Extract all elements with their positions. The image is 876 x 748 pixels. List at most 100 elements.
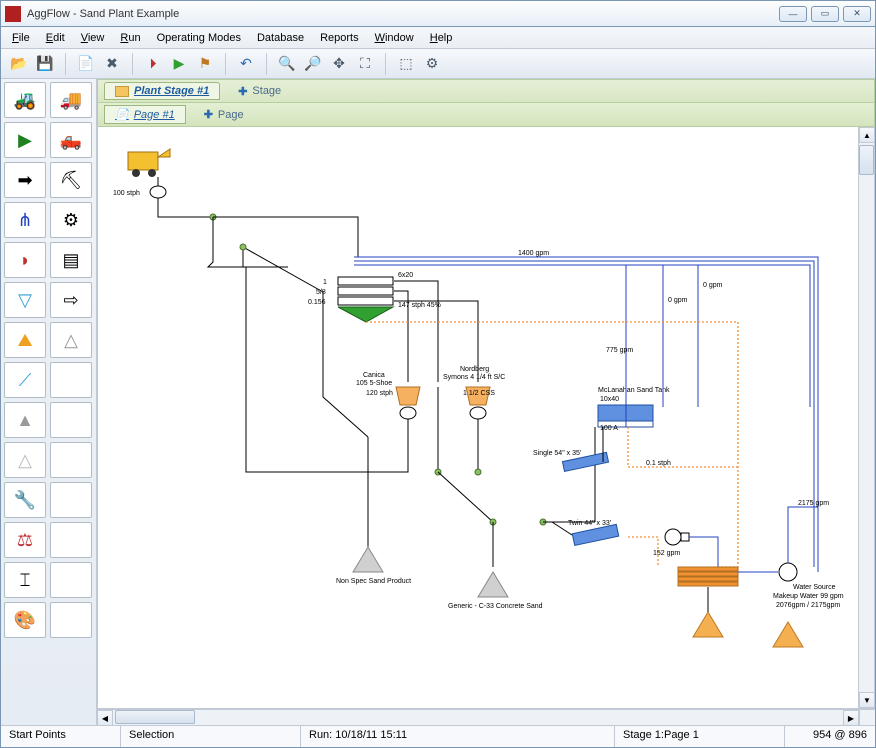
tool-loader-icon[interactable]: 🚜: [4, 82, 46, 118]
svg-text:McLanahan Sand Tank: McLanahan Sand Tank: [598, 387, 670, 394]
menu-run[interactable]: Run: [113, 30, 147, 46]
tool-blank-icon[interactable]: [50, 362, 92, 398]
tool-splitter-icon[interactable]: ⋔: [4, 202, 46, 238]
screw-twin[interactable]: [572, 524, 619, 545]
tool-truck-icon[interactable]: 🚚: [50, 82, 92, 118]
nonspec-pile[interactable]: [353, 547, 383, 572]
tool-conveyor-icon[interactable]: ➡: [4, 162, 46, 198]
svg-text:105 5-Shoe: 105 5-Shoe: [356, 380, 392, 387]
plus-icon: ✚: [204, 108, 213, 121]
titlebar: AggFlow - Sand Plant Example — ▭ ✕: [1, 1, 875, 27]
save-icon[interactable]: 💾: [33, 52, 57, 76]
menu-file[interactable]: File: [5, 30, 37, 46]
tool-stockpile-icon[interactable]: △: [50, 322, 92, 358]
vertical-scrollbar[interactable]: ▲ ▼: [858, 127, 874, 708]
svg-text:147 stph 45%: 147 stph 45%: [398, 302, 441, 309]
run-flag-icon[interactable]: ⚑: [193, 52, 217, 76]
tool-screw-icon[interactable]: ⟋: [4, 362, 46, 398]
minimize-button[interactable]: —: [779, 6, 807, 22]
scroll-up-icon[interactable]: ▲: [859, 127, 875, 143]
menu-edit[interactable]: Edit: [39, 30, 72, 46]
feed-rate-label: 100 stph: [113, 190, 140, 197]
flowsheet-svg: 100 stph: [98, 127, 858, 687]
run-play-icon[interactable]: ▶: [167, 52, 191, 76]
add-stage-button[interactable]: ✚ Stage: [228, 83, 291, 100]
tool-washplant-icon[interactable]: ⛰: [4, 322, 46, 358]
svg-text:1 1/2 CSS: 1 1/2 CSS: [463, 390, 495, 397]
add-page-button[interactable]: ✚ Page: [194, 106, 254, 123]
tool-roll-icon[interactable]: ◗: [4, 242, 46, 278]
water-source-pump[interactable]: [779, 563, 797, 581]
water-pile[interactable]: [773, 622, 803, 647]
status-selection: Selection: [121, 726, 301, 747]
scroll-left-icon[interactable]: ◀: [97, 710, 113, 726]
tool-blank4-icon[interactable]: [50, 482, 92, 518]
concrete-pile[interactable]: [478, 572, 508, 597]
select-icon[interactable]: ⬚: [394, 52, 418, 76]
pan-icon[interactable]: ✥: [327, 52, 351, 76]
tool-pole-icon[interactable]: ⌶: [4, 562, 46, 598]
thickener-pile[interactable]: [693, 612, 723, 637]
page-tabstrip: 📄 Page #1 ✚ Page: [97, 103, 875, 127]
svg-text:1: 1: [323, 279, 327, 286]
tab-stage-label: Plant Stage #1: [134, 85, 209, 97]
status-stagepage: Stage 1:Page 1: [615, 726, 785, 747]
svg-text:152 gpm: 152 gpm: [653, 550, 680, 557]
svg-text:1400 gpm: 1400 gpm: [518, 250, 549, 257]
thickener-equipment[interactable]: [678, 567, 738, 586]
tool-blank6-icon[interactable]: [50, 562, 92, 598]
scroll-right-icon[interactable]: ▶: [843, 710, 859, 726]
fit-icon[interactable]: ⛶: [353, 52, 377, 76]
menu-opmodes[interactable]: Operating Modes: [150, 30, 248, 46]
window-title: AggFlow - Sand Plant Example: [27, 8, 779, 20]
tool-feeder-icon[interactable]: ▶: [4, 122, 46, 158]
tool-dumptruck-icon[interactable]: 🛻: [50, 122, 92, 158]
svg-text:Nordberg: Nordberg: [460, 366, 489, 373]
status-coords: 954 @ 896: [785, 726, 875, 747]
horizontal-scrollbar[interactable]: ◀ ▶: [97, 709, 875, 725]
screen-equipment[interactable]: [338, 277, 393, 322]
new-page-icon[interactable]: 📄: [74, 52, 98, 76]
flowsheet-canvas[interactable]: 100 stph: [98, 127, 858, 708]
tool-arrow-icon[interactable]: ⇨: [50, 282, 92, 318]
undo-icon[interactable]: ↶: [234, 52, 258, 76]
menubar: File Edit View Run Operating Modes Datab…: [1, 27, 875, 49]
tool-blank7-icon[interactable]: [50, 602, 92, 638]
tool-excavator-icon[interactable]: ⛏: [50, 162, 92, 198]
run-record-icon[interactable]: ⏵: [141, 52, 165, 76]
tool-classifier-icon[interactable]: ▽: [4, 282, 46, 318]
settings-icon[interactable]: ⚙: [420, 52, 444, 76]
canica-crusher[interactable]: [396, 387, 420, 419]
app-icon: [5, 6, 21, 22]
pump-equipment[interactable]: [665, 529, 689, 545]
stage-tabstrip: Plant Stage #1 ✚ Stage: [97, 79, 875, 103]
tool-valve-icon[interactable]: 🔧: [4, 482, 46, 518]
tool-scale-icon[interactable]: ⚖: [4, 522, 46, 558]
tool-crusher-icon[interactable]: ⚙: [50, 202, 92, 238]
svg-text:Water Source: Water Source: [793, 584, 836, 591]
zoom-in-icon[interactable]: 🔍: [275, 52, 299, 76]
tool-screen-icon[interactable]: ▤: [50, 242, 92, 278]
tool-paint-icon[interactable]: 🎨: [4, 602, 46, 638]
tab-stage-1[interactable]: Plant Stage #1: [104, 82, 220, 100]
loader-equipment[interactable]: [128, 149, 170, 177]
tool-pile2-icon[interactable]: ▲: [4, 402, 46, 438]
maximize-button[interactable]: ▭: [811, 6, 839, 22]
delete-icon[interactable]: ✖: [100, 52, 124, 76]
menu-help[interactable]: Help: [423, 30, 460, 46]
close-button[interactable]: ✕: [843, 6, 871, 22]
tool-blank3-icon[interactable]: [50, 442, 92, 478]
tool-blank5-icon[interactable]: [50, 522, 92, 558]
menu-database[interactable]: Database: [250, 30, 311, 46]
zoom-out-icon[interactable]: 🔎: [301, 52, 325, 76]
tool-blank2-icon[interactable]: [50, 402, 92, 438]
menu-view[interactable]: View: [74, 30, 112, 46]
scroll-down-icon[interactable]: ▼: [859, 692, 875, 708]
open-icon[interactable]: 📂: [7, 52, 31, 76]
svg-text:5/8: 5/8: [316, 289, 326, 296]
tab-page-1[interactable]: 📄 Page #1: [104, 105, 186, 124]
svg-text:Symons 4 1/4 ft S/C: Symons 4 1/4 ft S/C: [443, 374, 505, 381]
menu-window[interactable]: Window: [368, 30, 421, 46]
menu-reports[interactable]: Reports: [313, 30, 366, 46]
tool-pile3-icon[interactable]: △: [4, 442, 46, 478]
